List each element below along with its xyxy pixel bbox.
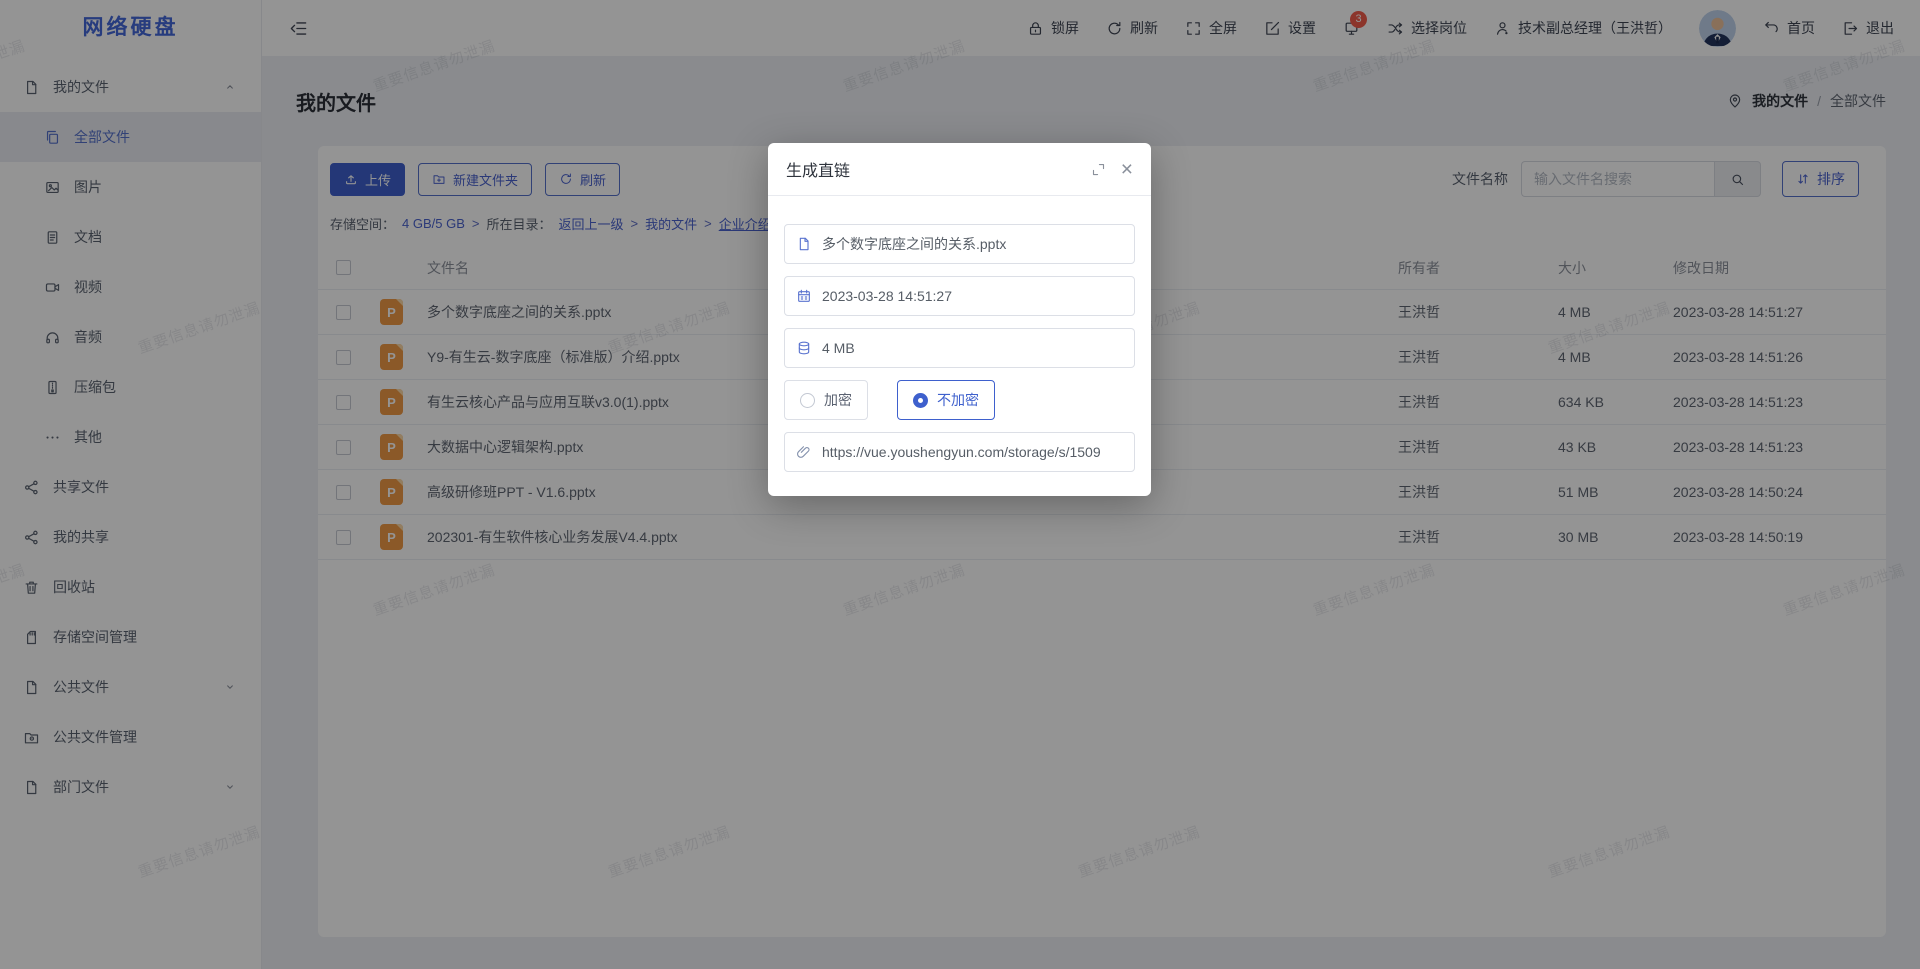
document-icon	[796, 236, 812, 252]
modal-file-name-field: 多个数字底座之间的关系.pptx	[784, 224, 1135, 264]
radio-on-icon	[913, 393, 928, 408]
paperclip-icon	[796, 444, 812, 460]
modal-title: 生成直链	[786, 157, 850, 181]
modal-expand-icon[interactable]	[1091, 162, 1106, 177]
encryption-options: 加密 不加密	[784, 380, 1135, 420]
database-icon	[796, 340, 812, 356]
modal-header: 生成直链 ×	[768, 143, 1151, 196]
direct-link-field[interactable]: https://vue.youshengyun.com/storage/s/15…	[784, 432, 1135, 472]
radio-off-icon	[800, 393, 815, 408]
modal-modified-date-field: 2023-03-28 14:51:27	[784, 276, 1135, 316]
modal-file-size-field: 4 MB	[784, 328, 1135, 368]
modal-close-icon[interactable]: ×	[1121, 159, 1133, 180]
generate-link-modal: 生成直链 × 多个数字底座之间的关系.pptx 2023-03-28 14:51…	[768, 143, 1151, 496]
no-encrypt-radio[interactable]: 不加密	[897, 380, 995, 420]
encrypt-radio[interactable]: 加密	[784, 380, 868, 420]
modal-body: 多个数字底座之间的关系.pptx 2023-03-28 14:51:27 4 M…	[768, 196, 1151, 496]
calendar-icon	[796, 288, 812, 304]
